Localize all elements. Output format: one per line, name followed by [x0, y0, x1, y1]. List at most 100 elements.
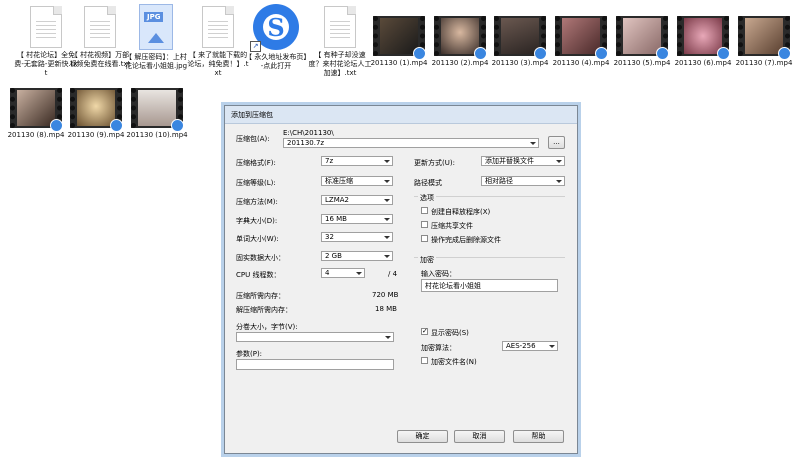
- file-txt-3[interactable]: 【 来了就能下载的论坛，纯免费！】.txt: [186, 6, 250, 78]
- file-label: 201130 (5).mp4: [613, 59, 671, 67]
- add-to-archive-dialog: 添加到压缩包 压缩包(A): E:\CH\201130\ 201130.7z .…: [224, 105, 578, 454]
- player-badge-icon: [778, 47, 791, 60]
- mem-decomp-label: 解压缩所需内存：: [236, 306, 292, 314]
- file-jpg[interactable]: JPG 【 解压密码】：上村花论坛看小姐姐.jpg: [124, 4, 188, 71]
- ok-button[interactable]: 确定: [397, 430, 448, 443]
- update-label: 更新方式(U):: [414, 159, 455, 167]
- player-badge-icon: [717, 47, 730, 60]
- sfx-checkbox[interactable]: [421, 207, 428, 214]
- update-combo[interactable]: 添加并替换文件: [481, 156, 565, 166]
- params-label: 参数(P):: [236, 350, 263, 358]
- file-mp4-1[interactable]: 201130 (1).mp4: [367, 16, 431, 68]
- chevron-down-icon: [384, 218, 390, 221]
- video-file-icon: [70, 88, 123, 132]
- split-label: 分卷大小，字节(V):: [236, 323, 298, 331]
- file-label: 201130 (1).mp4: [370, 59, 428, 67]
- file-mp4-3[interactable]: 201130 (3).mp4: [488, 16, 552, 68]
- show-password-label: 显示密码(S): [431, 329, 469, 337]
- file-mp4-7[interactable]: 201130 (7).mp4: [732, 16, 796, 68]
- shared-checkbox[interactable]: [421, 221, 428, 228]
- video-file-icon: [616, 16, 669, 60]
- method-combo[interactable]: LZMA2: [321, 195, 393, 205]
- dict-combo[interactable]: 16 MB: [321, 214, 393, 224]
- file-mp4-2[interactable]: 201130 (2).mp4: [428, 16, 492, 68]
- player-badge-icon: [413, 47, 426, 60]
- file-mp4-8[interactable]: 201130 (8).mp4: [4, 88, 68, 140]
- player-badge-icon: [474, 47, 487, 60]
- file-mp4-5[interactable]: 201130 (5).mp4: [610, 16, 674, 68]
- file-mp4-9[interactable]: 201130 (9).mp4: [64, 88, 128, 140]
- archive-path: E:\CH\201130\: [283, 129, 334, 137]
- file-txt-2[interactable]: 【 村花视频】万部视频免费在线看.txt: [68, 6, 132, 69]
- params-input[interactable]: [236, 359, 394, 370]
- pathmode-label: 路径模式: [414, 179, 442, 187]
- text-file-icon: [324, 6, 356, 48]
- encrypt-names-checkbox[interactable]: [421, 357, 428, 364]
- chevron-down-icon: [384, 160, 390, 163]
- enc-method-combo[interactable]: AES-256: [502, 341, 558, 351]
- split-combo[interactable]: [236, 332, 394, 342]
- jpg-badge: JPG: [144, 12, 164, 22]
- encrypt-title: 加密: [418, 255, 436, 265]
- mem-decomp-value: 18 MB: [375, 305, 397, 313]
- enc-method-label: 加密算法：: [421, 344, 456, 352]
- chevron-down-icon: [356, 272, 362, 275]
- file-label: 【 永久地址发布页】-点此打开: [245, 53, 307, 70]
- file-label: 201130 (6).mp4: [674, 59, 732, 67]
- file-label: 201130 (8).mp4: [7, 131, 65, 139]
- video-file-icon: [738, 16, 791, 60]
- threads-max: / 4: [388, 270, 398, 278]
- video-file-icon: [434, 16, 487, 60]
- threads-label: CPU 线程数：: [236, 271, 281, 279]
- dialog-title: 添加到压缩包: [231, 111, 273, 119]
- browse-button[interactable]: ...: [548, 136, 565, 149]
- cancel-button[interactable]: 取消: [454, 430, 505, 443]
- encrypt-divider: [414, 257, 565, 258]
- image-file-icon: JPG: [139, 4, 173, 50]
- shortcut-arrow-icon: ↗: [250, 41, 261, 52]
- format-label: 压缩格式(F):: [236, 159, 276, 167]
- archive-label: 压缩包(A):: [236, 135, 270, 143]
- pathmode-combo[interactable]: 相对路径: [481, 176, 565, 186]
- password-input[interactable]: 村花论坛看小姐姐: [421, 279, 558, 292]
- options-title: 选项: [418, 193, 436, 203]
- archive-name-combo[interactable]: 201130.7z: [283, 138, 539, 148]
- chevron-down-icon: [556, 180, 562, 183]
- help-button[interactable]: 帮助: [513, 430, 564, 443]
- chevron-down-icon: [549, 345, 555, 348]
- file-mp4-10[interactable]: 201130 (10).mp4: [125, 88, 189, 140]
- level-combo[interactable]: 标准压缩: [321, 176, 393, 186]
- delete-checkbox[interactable]: [421, 235, 428, 242]
- word-combo[interactable]: 32: [321, 232, 393, 242]
- shared-label: 压缩共享文件: [431, 222, 473, 230]
- file-shortcut[interactable]: S ↗ 【 永久地址发布页】-点此打开: [244, 4, 308, 71]
- file-txt-4[interactable]: 【 有种子却没速度？来村花论坛人工加速】.txt: [308, 6, 372, 78]
- video-file-icon: [677, 16, 730, 60]
- show-password-checkbox[interactable]: ✓: [421, 328, 428, 335]
- player-badge-icon: [50, 119, 63, 132]
- text-file-icon: [30, 6, 62, 48]
- format-combo[interactable]: 7z: [321, 156, 393, 166]
- solid-combo[interactable]: 2 GB: [321, 251, 393, 261]
- mem-comp-label: 压缩所需内存：: [236, 292, 285, 300]
- file-mp4-4[interactable]: 201130 (4).mp4: [549, 16, 613, 68]
- text-file-icon: [84, 6, 116, 48]
- video-file-icon: [373, 16, 426, 60]
- threads-combo[interactable]: 4: [321, 268, 365, 278]
- chevron-down-icon: [556, 160, 562, 163]
- method-label: 压缩方法(M):: [236, 198, 278, 206]
- options-divider: [414, 196, 565, 197]
- mem-comp-value: 720 MB: [372, 291, 399, 299]
- player-badge-icon: [656, 47, 669, 60]
- chevron-down-icon: [384, 236, 390, 239]
- file-label: 201130 (2).mp4: [431, 59, 489, 67]
- encrypt-names-label: 加密文件名(N): [431, 358, 477, 366]
- player-badge-icon: [534, 47, 547, 60]
- file-mp4-6[interactable]: 201130 (6).mp4: [671, 16, 735, 68]
- file-label: 201130 (7).mp4: [735, 59, 793, 67]
- chevron-down-icon: [384, 255, 390, 258]
- player-badge-icon: [110, 119, 123, 132]
- chevron-down-icon: [384, 180, 390, 183]
- dialog-titlebar[interactable]: 添加到压缩包: [225, 106, 577, 124]
- video-file-icon: [131, 88, 184, 132]
